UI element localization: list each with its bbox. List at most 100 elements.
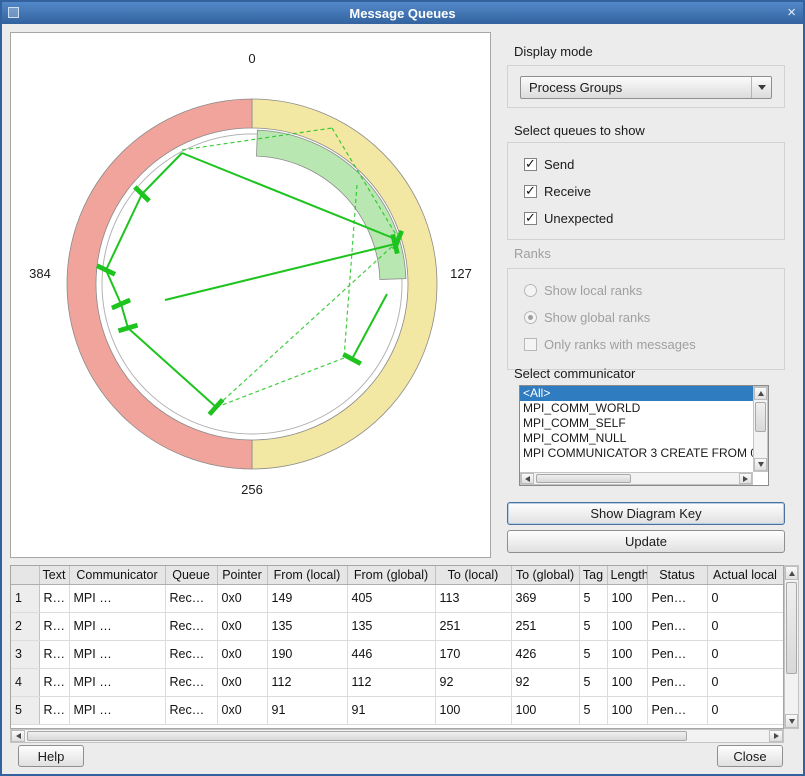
cell[interactable]: 113 (435, 584, 511, 612)
col-header-tag[interactable]: Tag (579, 566, 607, 584)
send-checkbox-box[interactable]: ✓ (524, 158, 537, 171)
table-row[interactable]: 1 R… MPI … Rec… 0x0 149 405 113 369 5 10… (11, 584, 783, 612)
table-row[interactable]: 2 R… MPI … Rec… 0x0 135 135 251 251 5 10… (11, 612, 783, 640)
col-header-to-global[interactable]: To (global) (511, 566, 579, 584)
cell[interactable]: 100 (607, 584, 647, 612)
col-header-from-global[interactable]: From (global) (347, 566, 435, 584)
col-header-from-local[interactable]: From (local) (267, 566, 347, 584)
cell[interactable]: 5 (579, 696, 607, 724)
cell[interactable]: 100 (607, 696, 647, 724)
cell[interactable]: 405 (347, 584, 435, 612)
scrollbar-thumb[interactable] (755, 402, 766, 432)
col-header-status[interactable]: Status (647, 566, 707, 584)
cell[interactable]: 251 (511, 612, 579, 640)
cell[interactable]: 0 (707, 668, 783, 696)
message-queue-diagram[interactable]: 0 127 256 384 (11, 33, 490, 557)
cell[interactable]: 112 (267, 668, 347, 696)
cell[interactable]: Rec… (165, 640, 217, 668)
cell[interactable]: Pen… (647, 640, 707, 668)
col-header-text[interactable]: Text (39, 566, 69, 584)
cell[interactable]: 100 (435, 696, 511, 724)
unexpected-checkbox-box[interactable]: ✓ (524, 212, 537, 225)
scroll-up-button[interactable] (785, 566, 798, 580)
cell[interactable]: 369 (511, 584, 579, 612)
cell[interactable]: MPI … (69, 584, 165, 612)
scrollbar-thumb[interactable] (536, 474, 631, 483)
cell[interactable]: 251 (435, 612, 511, 640)
scroll-down-button[interactable] (754, 458, 767, 471)
cell[interactable]: 0 (707, 612, 783, 640)
cell[interactable]: Rec… (165, 584, 217, 612)
table-horizontal-scrollbar[interactable] (10, 729, 784, 743)
close-icon[interactable]: × (787, 4, 796, 22)
cell[interactable]: 91 (347, 696, 435, 724)
list-horizontal-scrollbar[interactable] (520, 472, 753, 485)
cell[interactable]: R… (39, 584, 69, 612)
help-button[interactable]: Help (18, 745, 84, 767)
update-button[interactable]: Update (507, 530, 785, 553)
cell[interactable]: 100 (511, 696, 579, 724)
scroll-right-button[interactable] (769, 730, 783, 742)
cell[interactable]: 190 (267, 640, 347, 668)
scroll-left-button[interactable] (521, 473, 534, 484)
show-diagram-key-button[interactable]: Show Diagram Key (507, 502, 785, 525)
cell[interactable]: Pen… (647, 696, 707, 724)
cell[interactable]: Pen… (647, 668, 707, 696)
cell[interactable]: 170 (435, 640, 511, 668)
cell[interactable]: 149 (267, 584, 347, 612)
cell[interactable]: 0x0 (217, 640, 267, 668)
cell[interactable]: 0x0 (217, 696, 267, 724)
cell[interactable]: Rec… (165, 668, 217, 696)
checkbox-receive[interactable]: ✓ Receive (524, 183, 591, 199)
message-queue-diagram-panel[interactable]: 0 127 256 384 (10, 32, 491, 558)
scroll-down-button[interactable] (785, 714, 798, 728)
combo-dropdown-button[interactable] (751, 77, 771, 98)
cell[interactable]: Rec… (165, 612, 217, 640)
scroll-up-button[interactable] (754, 387, 767, 400)
list-item[interactable]: MPI_COMM_NULL (520, 431, 753, 446)
cell[interactable]: MPI … (69, 640, 165, 668)
cell[interactable]: 0x0 (217, 584, 267, 612)
scroll-right-button[interactable] (739, 473, 752, 484)
cell[interactable]: MPI … (69, 696, 165, 724)
cell[interactable]: 91 (267, 696, 347, 724)
table-row[interactable]: 5 R… MPI … Rec… 0x0 91 91 100 100 5 100 … (11, 696, 783, 724)
cell[interactable]: 100 (607, 668, 647, 696)
communicator-list[interactable]: <All> MPI_COMM_WORLD MPI_COMM_SELF MPI_C… (519, 385, 769, 486)
cell[interactable]: 0 (707, 640, 783, 668)
list-item[interactable]: MPI_COMM_WORLD (520, 401, 753, 416)
cell[interactable]: 92 (435, 668, 511, 696)
cell[interactable]: 112 (347, 668, 435, 696)
cell[interactable]: 0 (707, 584, 783, 612)
cell[interactable]: MPI … (69, 612, 165, 640)
cell[interactable]: 5 (579, 640, 607, 668)
col-header-to-local[interactable]: To (local) (435, 566, 511, 584)
cell[interactable]: R… (39, 668, 69, 696)
cell[interactable]: Rec… (165, 696, 217, 724)
titlebar[interactable]: Message Queues × (2, 2, 803, 24)
list-vertical-scrollbar[interactable] (753, 386, 768, 472)
cell[interactable]: Pen… (647, 584, 707, 612)
cell[interactable]: 100 (607, 612, 647, 640)
cell[interactable]: MPI … (69, 668, 165, 696)
scrollbar-thumb[interactable] (27, 731, 687, 741)
cell[interactable]: 100 (607, 640, 647, 668)
col-header-actual-local[interactable]: Actual local (707, 566, 783, 584)
cell[interactable]: R… (39, 696, 69, 724)
col-header-rownum[interactable] (11, 566, 39, 584)
col-header-length[interactable]: Length (607, 566, 647, 584)
cell[interactable]: 0 (707, 696, 783, 724)
table-row[interactable]: 3 R… MPI … Rec… 0x0 190 446 170 426 5 10… (11, 640, 783, 668)
cell[interactable]: 0x0 (217, 612, 267, 640)
cell[interactable]: 5 (579, 584, 607, 612)
cell[interactable]: 5 (579, 668, 607, 696)
cell[interactable]: 446 (347, 640, 435, 668)
table-vertical-scrollbar[interactable] (784, 565, 799, 729)
list-item[interactable]: MPI_COMM_SELF (520, 416, 753, 431)
col-header-queue[interactable]: Queue (165, 566, 217, 584)
cell[interactable]: R… (39, 640, 69, 668)
checkbox-unexpected[interactable]: ✓ Unexpected (524, 210, 613, 226)
message-table-viewport[interactable]: Text Communicator Queue Pointer From (lo… (10, 565, 784, 729)
cell[interactable]: 135 (347, 612, 435, 640)
cell[interactable]: Pen… (647, 612, 707, 640)
